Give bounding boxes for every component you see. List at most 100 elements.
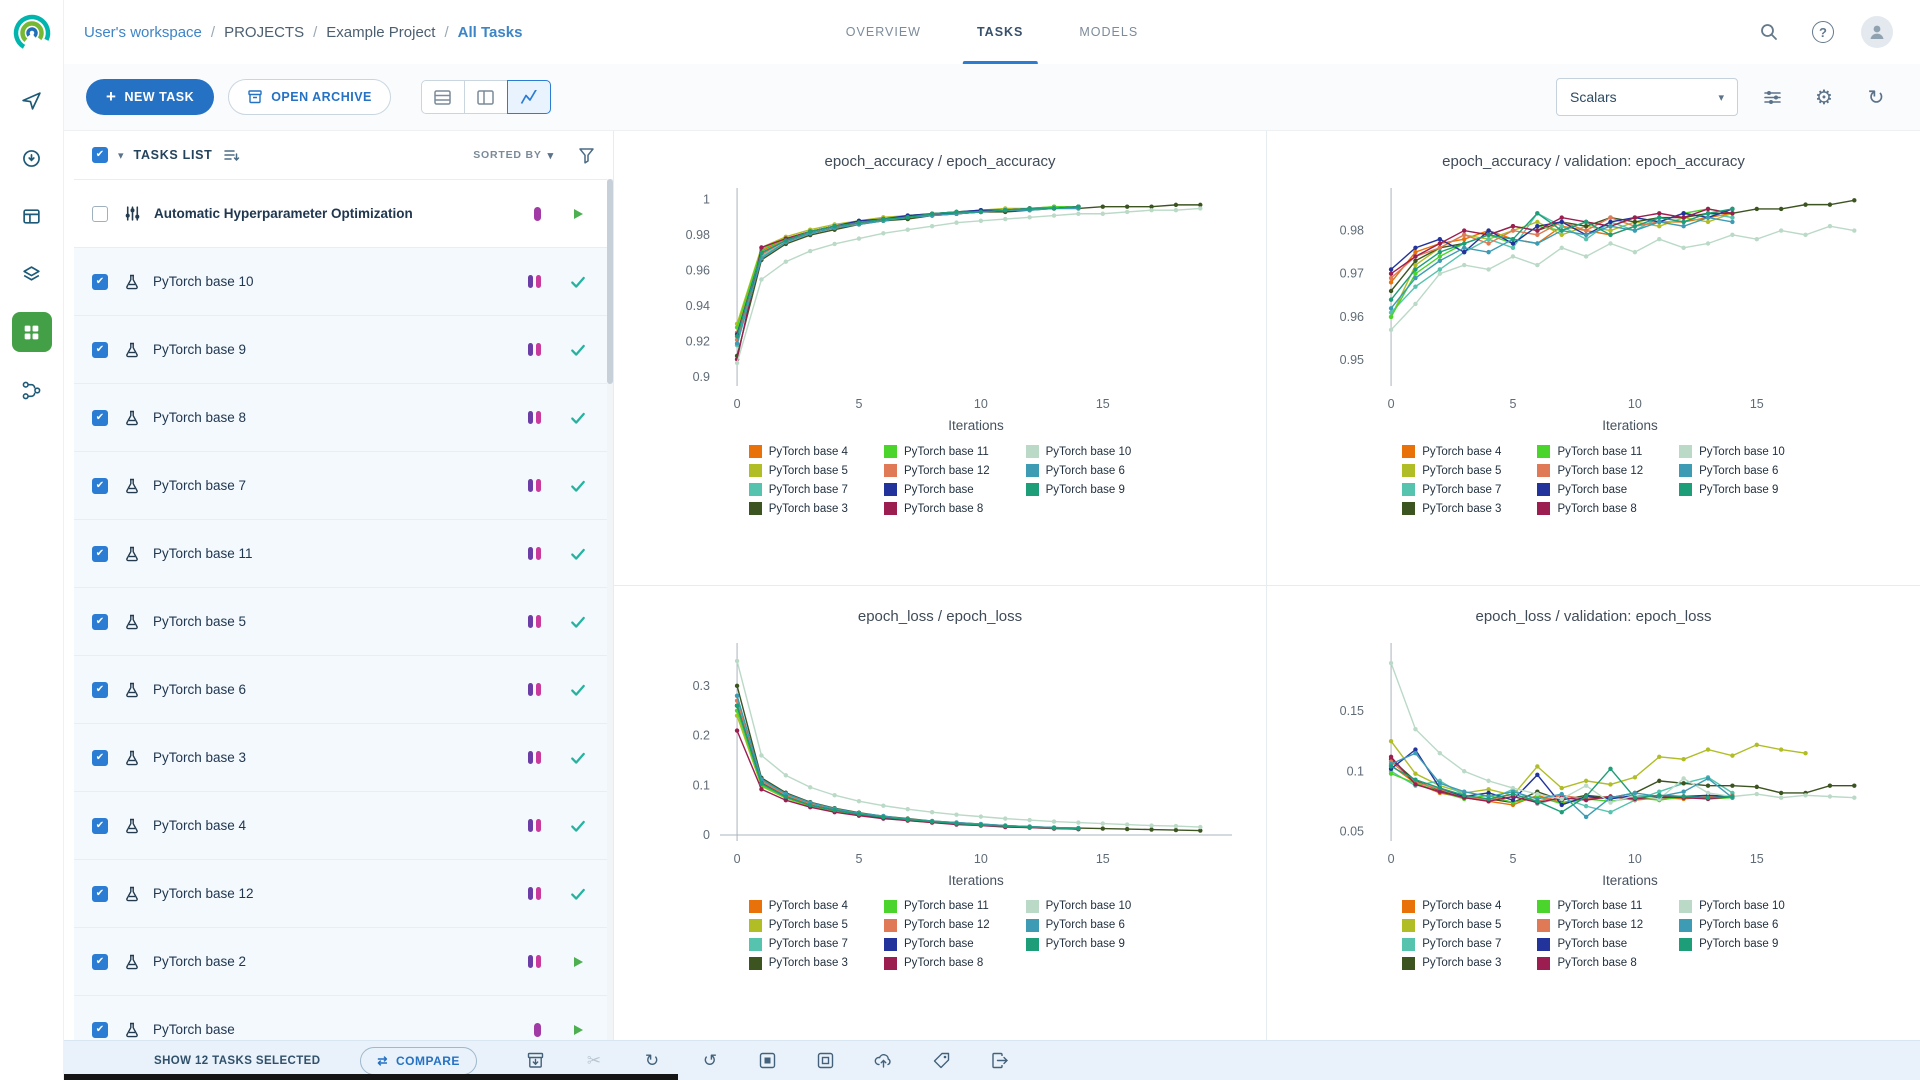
legend-item[interactable]: PyTorch base 9 [1025,937,1132,951]
legend-item[interactable]: PyTorch base 8 [883,956,990,970]
task-name[interactable]: PyTorch base 8 [153,410,246,425]
task-checkbox[interactable] [92,613,108,630]
legend-item[interactable]: PyTorch base 3 [748,956,848,970]
compare-button[interactable]: ⇄ COMPARE [360,1046,477,1075]
task-row[interactable]: Automatic Hyperparameter Optimization [74,179,613,247]
legend-item[interactable]: PyTorch base [1537,483,1643,496]
legend-item[interactable]: PyTorch base 11 [883,899,990,913]
legend-item[interactable]: PyTorch base 5 [1402,464,1501,477]
chart-view-button[interactable] [506,80,551,114]
legend-item[interactable]: PyTorch base 5 [1402,918,1501,932]
cut-action-button[interactable]: ✂ [583,1050,605,1072]
legend-item[interactable]: PyTorch base [1537,937,1643,951]
chevron-down-icon[interactable]: ▾ [118,149,124,162]
open-archive-button[interactable]: OPEN ARCHIVE [228,79,391,115]
breadcrumb-current[interactable]: All Tasks [458,24,523,41]
tab-models[interactable]: MODELS [1051,0,1166,64]
archive-action-button[interactable] [525,1050,547,1072]
legend-item[interactable]: PyTorch base 4 [748,445,848,458]
legend-item[interactable]: PyTorch base 8 [883,502,990,515]
task-name[interactable]: Automatic Hyperparameter Optimization [154,206,413,221]
task-name[interactable]: PyTorch base 9 [153,342,246,357]
task-name[interactable]: PyTorch base 5 [153,614,246,629]
task-row[interactable]: PyTorch base 6 [74,655,613,723]
settings-button[interactable]: ⚙ [1806,79,1842,115]
task-checkbox[interactable] [92,341,108,358]
task-checkbox[interactable] [92,1021,108,1038]
task-checkbox[interactable] [92,273,108,290]
breadcrumb-project[interactable]: Example Project [326,24,435,41]
task-name[interactable]: PyTorch base 6 [153,682,246,697]
tasks-scrollbar[interactable] [607,179,613,1040]
task-checkbox[interactable] [92,205,108,222]
legend-item[interactable]: PyTorch base 10 [1025,899,1131,913]
legend-item[interactable]: PyTorch base 7 [748,483,848,496]
task-name[interactable]: PyTorch base 12 [153,886,254,901]
chart-plot[interactable]: 0.05 0.1 0.15 0 5 10 15 Iterations [1274,635,1914,893]
task-name[interactable]: PyTorch base 7 [153,478,246,493]
breadcrumb-workspace[interactable]: User's workspace [84,24,202,41]
search-button[interactable] [1752,15,1786,49]
legend-item[interactable]: PyTorch base [883,483,990,496]
task-checkbox[interactable] [92,409,108,426]
task-row[interactable]: PyTorch base 9 [74,315,613,383]
nav-archive[interactable] [12,254,52,294]
task-name[interactable]: PyTorch base 4 [153,818,246,833]
task-row[interactable]: PyTorch base 5 [74,587,613,655]
profile-button[interactable] [1860,15,1894,49]
task-name[interactable]: PyTorch base [153,1022,235,1037]
tags-action-button[interactable] [931,1050,953,1072]
legend-item[interactable]: PyTorch base 3 [748,502,848,515]
nav-pipelines[interactable] [12,370,52,410]
legend-item[interactable]: PyTorch base 11 [883,445,990,458]
publish-action-button[interactable] [873,1050,895,1072]
task-checkbox[interactable] [92,545,108,562]
task-checkbox[interactable] [92,885,108,902]
task-checkbox[interactable] [92,749,108,766]
legend-item[interactable]: PyTorch base 7 [1402,937,1501,951]
task-name[interactable]: PyTorch base 10 [153,274,254,289]
legend-item[interactable]: PyTorch base 4 [748,899,848,913]
legend-item[interactable]: PyTorch base [883,937,990,951]
task-checkbox[interactable] [92,477,108,494]
nav-datasets[interactable] [12,138,52,178]
legend-item[interactable]: PyTorch base 3 [1402,502,1501,515]
table-view-button[interactable] [420,80,465,114]
legend-item[interactable]: PyTorch base 9 [1679,937,1785,951]
plot-settings-button[interactable] [1754,79,1790,115]
abort-children-action-button[interactable] [815,1050,837,1072]
tab-overview[interactable]: OVERVIEW [818,0,949,64]
task-row[interactable]: PyTorch base [74,995,613,1040]
legend-item[interactable]: PyTorch base 7 [1402,483,1501,496]
legend-item[interactable]: PyTorch base 10 [1679,899,1785,913]
nav-projects[interactable] [11,312,52,352]
legend-item[interactable]: PyTorch base 7 [748,937,848,951]
list-options-icon[interactable] [223,147,240,163]
metric-view-select[interactable]: Scalars ▾ [1556,78,1738,116]
legend-item[interactable]: PyTorch base 3 [1402,956,1501,970]
legend-item[interactable]: PyTorch base 8 [1537,502,1643,515]
legend-item[interactable]: PyTorch base 12 [1537,464,1643,477]
reset-action-button[interactable]: ↺ [699,1050,721,1072]
legend-item[interactable]: PyTorch base 6 [1679,464,1785,477]
task-row[interactable]: PyTorch base 7 [74,451,613,519]
task-checkbox[interactable] [92,953,108,970]
legend-item[interactable]: PyTorch base 6 [1679,918,1785,932]
task-checkbox[interactable] [92,817,108,834]
legend-item[interactable]: PyTorch base 4 [1402,899,1501,913]
task-row[interactable]: PyTorch base 4 [74,791,613,859]
sorted-by[interactable]: SORTED BY ▾ [473,149,554,162]
tab-tasks[interactable]: TASKS [949,0,1051,64]
move-to-project-action-button[interactable] [989,1050,1011,1072]
task-name[interactable]: PyTorch base 2 [153,954,246,969]
legend-item[interactable]: PyTorch base 5 [748,464,848,477]
nav-getting-started[interactable] [12,80,52,120]
legend-item[interactable]: PyTorch base 5 [748,918,848,932]
legend-item[interactable]: PyTorch base 11 [1537,445,1643,458]
details-view-button[interactable] [463,80,508,114]
filter-icon[interactable] [578,147,595,164]
task-row[interactable]: PyTorch base 3 [74,723,613,791]
chart-plot[interactable]: 0.95 0.96 0.97 0.98 0 5 10 15 Iterations [1274,180,1914,438]
scrollbar-thumb[interactable] [607,179,613,384]
legend-item[interactable]: PyTorch base 9 [1679,483,1785,496]
